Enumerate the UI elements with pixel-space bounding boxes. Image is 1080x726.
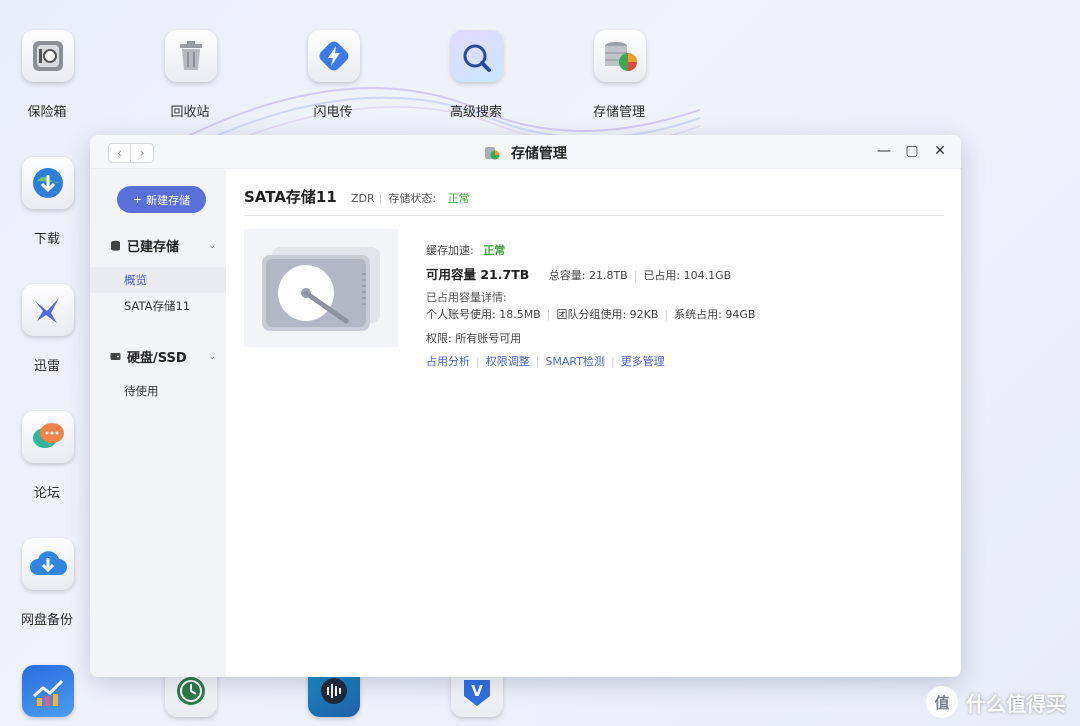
svg-text:V: V <box>471 682 483 700</box>
divider: | <box>546 308 551 321</box>
desktop-label-storage: 存储管理 <box>592 105 645 120</box>
lightning-transfer-icon[interactable] <box>308 30 360 82</box>
desktop-label-lightning: 闪电传 <box>313 105 353 120</box>
cache-status: 正常 <box>483 244 506 257</box>
title-bar: ‹ › 存储管理 — ▢ ✕ <box>90 135 961 169</box>
chevron-down-icon: ⌄ <box>208 351 216 362</box>
volume-meta: ZDR | 存储状态: 正常 <box>351 190 470 206</box>
desktop-label-search: 高级搜索 <box>449 105 502 120</box>
section-title: 硬盘/SSD <box>127 351 187 366</box>
smart-check-link[interactable]: SMART检测 <box>545 355 605 368</box>
team-usage: 团队分组使用: 92KB <box>556 308 659 321</box>
divider: | <box>535 355 540 368</box>
status-badge: 正常 <box>447 192 470 205</box>
download-icon[interactable] <box>22 157 74 209</box>
forum-icon[interactable] <box>22 411 74 463</box>
permission-text: 权限: 所有账号可用 <box>426 332 522 345</box>
section-title: 已建存储 <box>127 240 180 255</box>
watermark-text: 什么值得买 <box>966 691 1066 716</box>
desktop-label-cloud-backup: 网盘备份 <box>20 613 73 628</box>
detail-title: 已占用容量详情: <box>426 291 507 304</box>
divider: | <box>633 269 638 282</box>
cache-label: 缓存加速: <box>426 244 474 257</box>
section-built-storage[interactable]: 已建存储 ⌄ <box>110 236 222 255</box>
usage-breakdown-row: 个人账号使用: 18.5MB | 团队分组使用: 92KB | 系统占用: 94GB <box>426 306 755 322</box>
minimize-button[interactable]: — <box>877 143 891 159</box>
permission-adjust-link[interactable]: 权限调整 <box>486 355 530 368</box>
new-storage-button[interactable]: + 新建存储 <box>117 186 206 213</box>
volume-type: ZDR <box>351 192 375 205</box>
database-icon <box>111 240 120 251</box>
chevron-down-icon: ⌄ <box>208 240 216 251</box>
capacity-row: 可用容量 21.7TB 总容量: 21.8TB | 已占用: 104.1GB <box>426 264 731 283</box>
section-disks[interactable]: 硬盘/SSD ⌄ <box>110 347 222 366</box>
divider: | <box>476 355 480 368</box>
available-capacity: 可用容量 21.7TB <box>426 267 530 282</box>
trash-icon[interactable] <box>165 30 217 82</box>
used-capacity: 已占用: 104.1GB <box>643 269 732 282</box>
desktop-label-forum: 论坛 <box>33 486 60 501</box>
volume-header: SATA存储11 ZDR | 存储状态: 正常 <box>244 184 944 216</box>
watermark: 值 什么值得买 <box>926 686 1066 718</box>
desktop-label-download: 下载 <box>33 232 60 247</box>
disk-illustration <box>244 229 398 347</box>
storage-manager-icon[interactable] <box>594 30 646 82</box>
volume-name: SATA存储11 <box>244 188 337 206</box>
desktop-label-safe: 保险箱 <box>27 105 67 120</box>
divider: | <box>664 308 669 321</box>
sidebar: + 新建存储 已建存储 ⌄ 概览 SATA存储11 硬盘/SSD ⌄ 待使用 <box>90 169 226 677</box>
divider: | <box>611 355 615 368</box>
safe-icon[interactable] <box>22 30 74 82</box>
desktop-label-trash: 回收站 <box>170 105 210 120</box>
maximize-button[interactable]: ▢ <box>905 143 919 159</box>
total-capacity: 总容量: 21.8TB <box>548 269 628 282</box>
disk-icon <box>110 353 121 360</box>
close-button[interactable]: ✕ <box>933 143 947 159</box>
main-content: SATA存储11 ZDR | 存储状态: 正常 缓存加速: 正常 可用容量 21… <box>226 169 961 677</box>
sidebar-item-sata11[interactable]: SATA存储11 <box>90 293 226 319</box>
divider: | <box>378 192 383 205</box>
advanced-search-icon[interactable] <box>451 30 503 82</box>
new-storage-label: 新建存储 <box>146 193 191 207</box>
window-controls: — ▢ ✕ <box>877 143 947 159</box>
cache-row: 缓存加速: 正常 <box>426 242 505 258</box>
hard-drive-icon <box>262 247 380 331</box>
status-label: 存储状态: <box>388 192 437 205</box>
window-title-area: 存储管理 <box>90 143 961 163</box>
more-management-link[interactable]: 更多管理 <box>621 355 665 368</box>
stats-icon[interactable] <box>22 665 74 717</box>
usage-analysis-link[interactable]: 占用分析 <box>426 355 470 368</box>
sidebar-item-overview[interactable]: 概览 <box>90 267 226 293</box>
watermark-logo: 值 <box>926 686 958 718</box>
storage-app-icon <box>485 147 500 160</box>
desktop-label-xunlei: 迅雷 <box>33 359 60 374</box>
window-title: 存储管理 <box>510 146 567 162</box>
cloud-backup-icon[interactable] <box>22 538 74 590</box>
action-links: 占用分析 | 权限调整 | SMART检测 | 更多管理 <box>426 353 665 369</box>
sidebar-item-unused[interactable]: 待使用 <box>90 378 226 404</box>
system-usage: 系统占用: 94GB <box>674 308 756 321</box>
plus-icon: + <box>132 193 143 206</box>
xunlei-icon[interactable] <box>22 284 74 336</box>
personal-usage: 个人账号使用: 18.5MB <box>426 308 541 321</box>
storage-manager-window: ‹ › 存储管理 — ▢ ✕ + 新建存储 已建存储 ⌄ 概览 SATA存储11… <box>90 135 961 677</box>
